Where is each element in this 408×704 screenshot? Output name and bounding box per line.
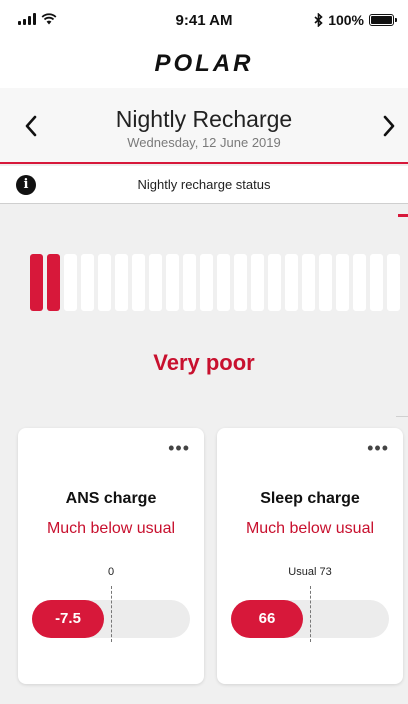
battery-percent: 100% xyxy=(328,12,364,28)
card-subtitle: Much below usual xyxy=(245,520,375,537)
card-title: ANS charge xyxy=(65,490,157,507)
scale-bar-filled xyxy=(47,254,60,311)
recharge-status-label: Very poor xyxy=(153,350,255,375)
status-info-bar[interactable]: i Nightly recharge status xyxy=(0,166,408,204)
scale-bar xyxy=(251,254,264,311)
chevron-right-icon xyxy=(383,115,395,137)
next-day-button[interactable] xyxy=(374,106,404,146)
scale-bar xyxy=(166,254,179,311)
tab-indicator xyxy=(398,214,408,217)
scale-bar xyxy=(319,254,332,311)
card-title: Sleep charge xyxy=(260,490,360,507)
date-navigation-header: Nightly Recharge Wednesday, 12 June 2019 xyxy=(0,88,408,164)
scale-bar xyxy=(81,254,94,311)
scale-bar xyxy=(353,254,366,311)
reference-line xyxy=(310,586,311,642)
status-right: 100% xyxy=(314,12,397,28)
ans-charge-card[interactable]: ••• ANS charge Much below usual 0 -7.5 xyxy=(18,428,204,684)
card-subtitle: Much below usual xyxy=(46,520,176,537)
status-bar: 9:41 AM 100% xyxy=(0,0,408,40)
page-date: Wednesday, 12 June 2019 xyxy=(127,135,281,150)
scale-bar xyxy=(64,254,77,311)
scale-bar xyxy=(234,254,247,311)
scale-bar xyxy=(115,254,128,311)
more-options-icon[interactable]: ••• xyxy=(367,438,389,459)
brand-bar: POLAR xyxy=(0,40,408,88)
scale-bar xyxy=(336,254,349,311)
battery-icon xyxy=(369,14,397,26)
polar-logo: POLAR xyxy=(154,50,254,77)
recharge-status-scale xyxy=(30,254,408,314)
charge-value-pill: -7.5 xyxy=(32,600,104,638)
card-reference-label: Usual 73 xyxy=(288,566,332,578)
card-reference-label: 0 xyxy=(107,566,115,578)
sleep-charge-card[interactable]: ••• Sleep charge Much below usual Usual … xyxy=(217,428,403,684)
scale-bar xyxy=(387,254,400,311)
bluetooth-icon xyxy=(314,13,323,27)
info-bar-label: Nightly recharge status xyxy=(137,177,271,192)
charge-value-pill: 66 xyxy=(231,600,303,638)
scale-bar xyxy=(285,254,298,311)
recharge-content: Very poor ••• ANS charge Much below usua… xyxy=(0,204,408,704)
scale-bar xyxy=(268,254,281,311)
scale-bar xyxy=(370,254,383,311)
scale-bar xyxy=(183,254,196,311)
scale-bar-filled xyxy=(30,254,43,311)
scale-bar xyxy=(149,254,162,311)
divider xyxy=(396,416,408,417)
scale-bar xyxy=(302,254,315,311)
page-title: Nightly Recharge xyxy=(115,106,293,132)
more-options-icon[interactable]: ••• xyxy=(168,438,190,459)
scale-bar xyxy=(200,254,213,311)
scale-bar xyxy=(217,254,230,311)
reference-line xyxy=(111,586,112,642)
scale-bar xyxy=(98,254,111,311)
scale-bar xyxy=(132,254,145,311)
